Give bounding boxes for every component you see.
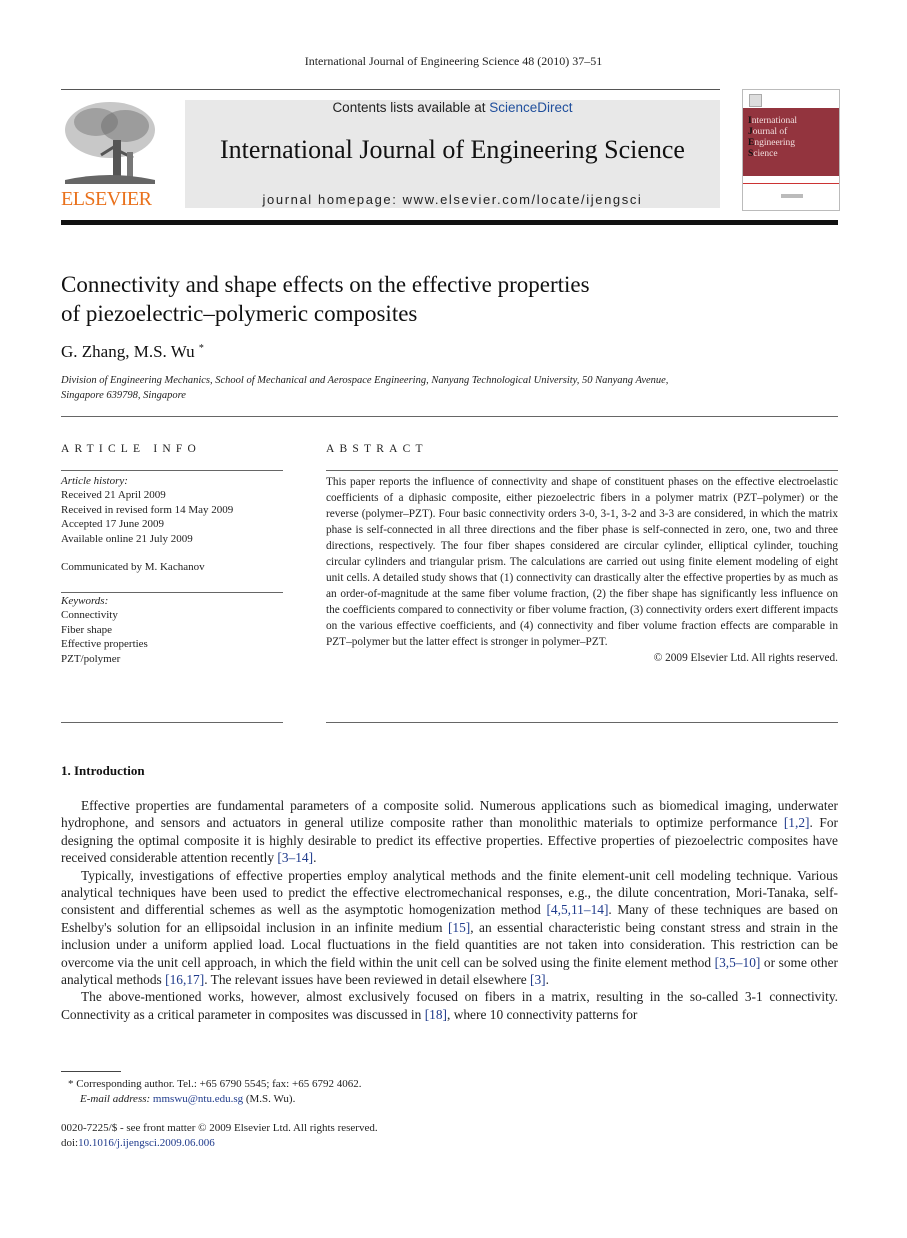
- article-info: Article history: Received 21 April 2009 …: [61, 474, 283, 574]
- running-head: International Journal of Engineering Sci…: [304, 54, 603, 68]
- citation-link[interactable]: [3]: [530, 972, 546, 987]
- cover-logo-icon: [749, 94, 762, 107]
- journal-title: International Journal of Engineering Sci…: [220, 135, 685, 164]
- paragraph: Typically, investigations of effective p…: [61, 867, 838, 988]
- contents-prefix: Contents lists available at: [332, 100, 490, 115]
- elsevier-tree-icon: [65, 102, 155, 184]
- keyword: Connectivity: [61, 609, 118, 622]
- history-label: Article history:: [61, 475, 128, 487]
- history-item: Accepted 17 June 2009: [61, 518, 164, 531]
- history-item: Received in revised form 14 May 2009: [61, 503, 234, 516]
- front-matter-line: 0020-7225/$ - see front matter © 2009 El…: [61, 1122, 378, 1134]
- journal-homepage[interactable]: journal homepage: www.elsevier.com/locat…: [185, 192, 720, 207]
- keywords-label: Keywords:: [61, 595, 109, 607]
- corresponding-author-mark[interactable]: *: [199, 343, 204, 354]
- corresponding-author-note: Corresponding author. Tel.: +65 6790 554…: [73, 1078, 362, 1090]
- citation-link[interactable]: [16,17]: [165, 972, 204, 987]
- affiliation: Division of Engineering Mechanics, Schoo…: [61, 375, 669, 401]
- abstract-rule: [326, 470, 838, 471]
- header-rule: [61, 89, 720, 90]
- keyword: PZT/polymer: [61, 652, 121, 665]
- author-names: G. Zhang, M.S. Wu: [61, 342, 195, 361]
- elsevier-logo[interactable]: ELSEVIER: [61, 100, 161, 210]
- doi-label: doi:: [61, 1137, 79, 1149]
- cover-band: International Journal of Engineering Sci…: [743, 108, 839, 176]
- keywords-rule: [61, 592, 283, 593]
- email-link[interactable]: mmswu@ntu.edu.sg: [153, 1093, 243, 1105]
- communicated-by: Communicated by M. Kachanov: [61, 561, 205, 574]
- citation-link[interactable]: [15]: [448, 920, 470, 935]
- history-item: Available online 21 July 2009: [61, 532, 193, 545]
- journal-banner: Contents lists available at ScienceDirec…: [185, 100, 720, 208]
- footnote-rule: [61, 1071, 121, 1072]
- authors: G. Zhang, M.S. Wu *: [61, 342, 204, 362]
- cover-divider: [743, 183, 839, 184]
- paragraph: The above-mentioned works, however, almo…: [61, 989, 838, 1022]
- section-divider: [61, 416, 838, 417]
- abstract-bottom-rule: [326, 722, 838, 723]
- abstract-copyright: © 2009 Elsevier Ltd. All rights reserved…: [653, 652, 838, 664]
- publisher-wordmark: ELSEVIER: [61, 188, 152, 210]
- citation-link[interactable]: [18]: [425, 1007, 447, 1022]
- citation-link[interactable]: [1,2]: [784, 815, 810, 830]
- article-info-heading: ARTICLE INFO: [61, 443, 201, 455]
- journal-cover[interactable]: International Journal of Engineering Sci…: [742, 89, 840, 211]
- article-info-rule: [61, 470, 283, 471]
- introduction-body: Effective properties are fundamental par…: [61, 797, 838, 1023]
- citation-link[interactable]: [4,5,11–14]: [546, 902, 608, 917]
- citation-link[interactable]: [3,5–10]: [715, 955, 761, 970]
- paragraph: Effective properties are fundamental par…: [61, 798, 838, 866]
- keyword: Effective properties: [61, 638, 148, 651]
- abstract: This paper reports the influence of conn…: [326, 474, 838, 666]
- abstract-heading: ABSTRACT: [326, 443, 428, 455]
- header-thick-rule: [61, 220, 838, 225]
- footnote: * Corresponding author. Tel.: +65 6790 5…: [68, 1077, 568, 1107]
- abstract-text: This paper reports the influence of conn…: [326, 476, 838, 648]
- citation-link[interactable]: [3–14]: [277, 850, 313, 865]
- contents-line: Contents lists available at ScienceDirec…: [185, 100, 720, 116]
- article-info-bottom-rule: [61, 722, 283, 723]
- cover-publisher-mark: [781, 194, 803, 198]
- section-heading-introduction: 1. Introduction: [61, 763, 145, 778]
- sciencedirect-link[interactable]: ScienceDirect: [489, 100, 572, 115]
- cover-title: International Journal of Engineering Sci…: [748, 116, 798, 159]
- history-item: Received 21 April 2009: [61, 489, 166, 502]
- email-suffix: (M.S. Wu).: [243, 1093, 296, 1105]
- keyword: Fiber shape: [61, 623, 113, 636]
- email-label: E-mail address:: [80, 1093, 151, 1105]
- issn-block: 0020-7225/$ - see front matter © 2009 El…: [61, 1121, 561, 1151]
- paper-title: Connectivity and shape effects on the ef…: [61, 272, 590, 326]
- doi-link[interactable]: 10.1016/j.ijengsci.2009.06.006: [78, 1137, 215, 1149]
- keywords: Keywords: Connectivity Fiber shape Effec…: [61, 594, 283, 666]
